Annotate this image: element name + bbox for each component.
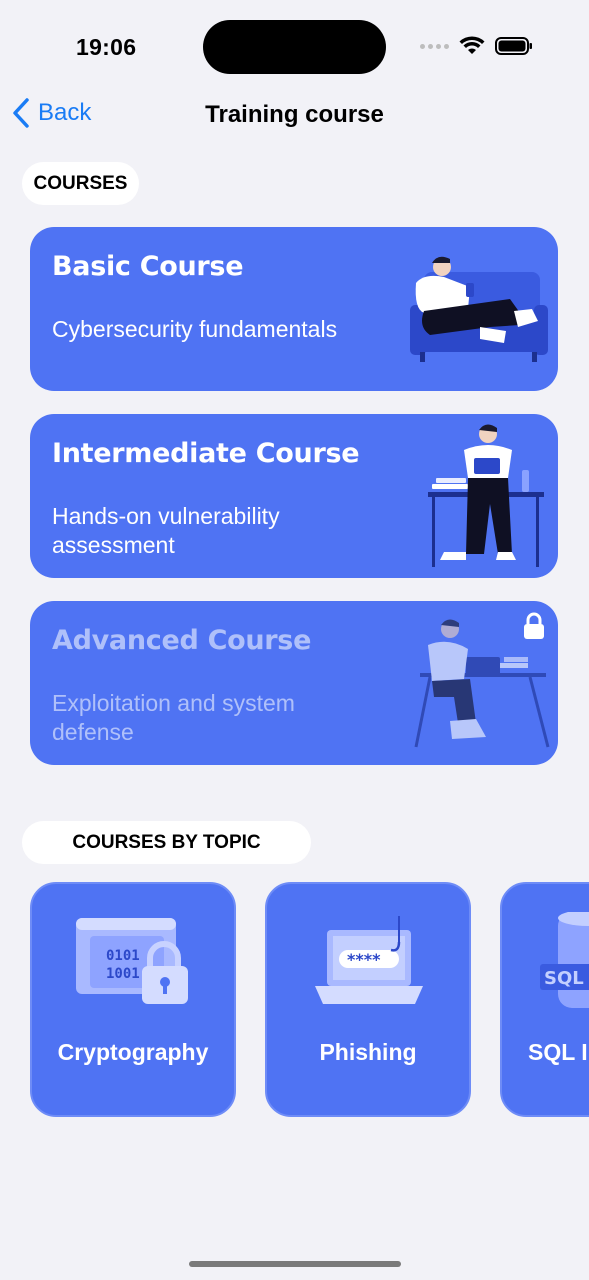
course-title: Intermediate Course	[52, 438, 360, 469]
topic-tile-phishing[interactable]: **** Phishing	[265, 882, 471, 1117]
svg-text:0101: 0101	[106, 948, 140, 964]
signal-icon	[420, 43, 449, 49]
back-button[interactable]: Back	[12, 98, 91, 128]
svg-text:****: ****	[347, 950, 381, 969]
back-label: Back	[38, 99, 92, 126]
status-icons	[420, 36, 533, 56]
section-header-topics: COURSES BY TOPIC	[22, 821, 311, 864]
section-header-courses: COURSES	[22, 162, 139, 205]
course-subtitle: Cybersecurity fundamentals	[52, 316, 338, 342]
lock-icon	[524, 612, 544, 639]
svg-text:1001: 1001	[106, 966, 140, 982]
status-time: 19:06	[76, 34, 137, 60]
person-at-desk-illustration	[428, 424, 544, 567]
svg-text:SQL: SQL	[544, 968, 584, 989]
topic-label: Cryptography	[57, 1039, 209, 1065]
topic-label: SQL I	[528, 1039, 588, 1065]
chevron-left-icon	[13, 98, 29, 128]
dynamic-island	[203, 20, 386, 74]
course-subtitle: Exploitation and system defense	[52, 690, 295, 745]
topic-tile-cryptography[interactable]: 0101 1001 Cryptography	[30, 882, 236, 1117]
phishing-icon: ****	[315, 916, 423, 1004]
course-card-intermediate[interactable]: Intermediate Course Hands-on vulnerabili…	[30, 414, 558, 578]
database-icon: SQL	[540, 912, 589, 1008]
topic-label: Phishing	[319, 1039, 417, 1065]
course-card-advanced[interactable]: Advanced Course Exploitation and system …	[30, 601, 558, 765]
person-on-sofa-illustration	[410, 256, 548, 362]
course-subtitle: Hands-on vulnerability assessment	[52, 503, 280, 558]
course-card-basic[interactable]: Basic Course Cybersecurity fundamentals	[30, 227, 558, 391]
topic-tile-sql-injection[interactable]: SQL SQL I	[500, 882, 589, 1117]
course-title: Advanced Course	[52, 625, 312, 656]
topics-carousel[interactable]: 0101 1001 Cryptography **** Phishing SQL	[0, 882, 589, 1118]
wifi-icon	[459, 36, 485, 54]
cryptography-icon: 0101 1001	[76, 918, 188, 1004]
course-title: Basic Course	[52, 251, 244, 282]
home-indicator[interactable]	[189, 1261, 401, 1267]
battery-icon	[495, 37, 532, 55]
